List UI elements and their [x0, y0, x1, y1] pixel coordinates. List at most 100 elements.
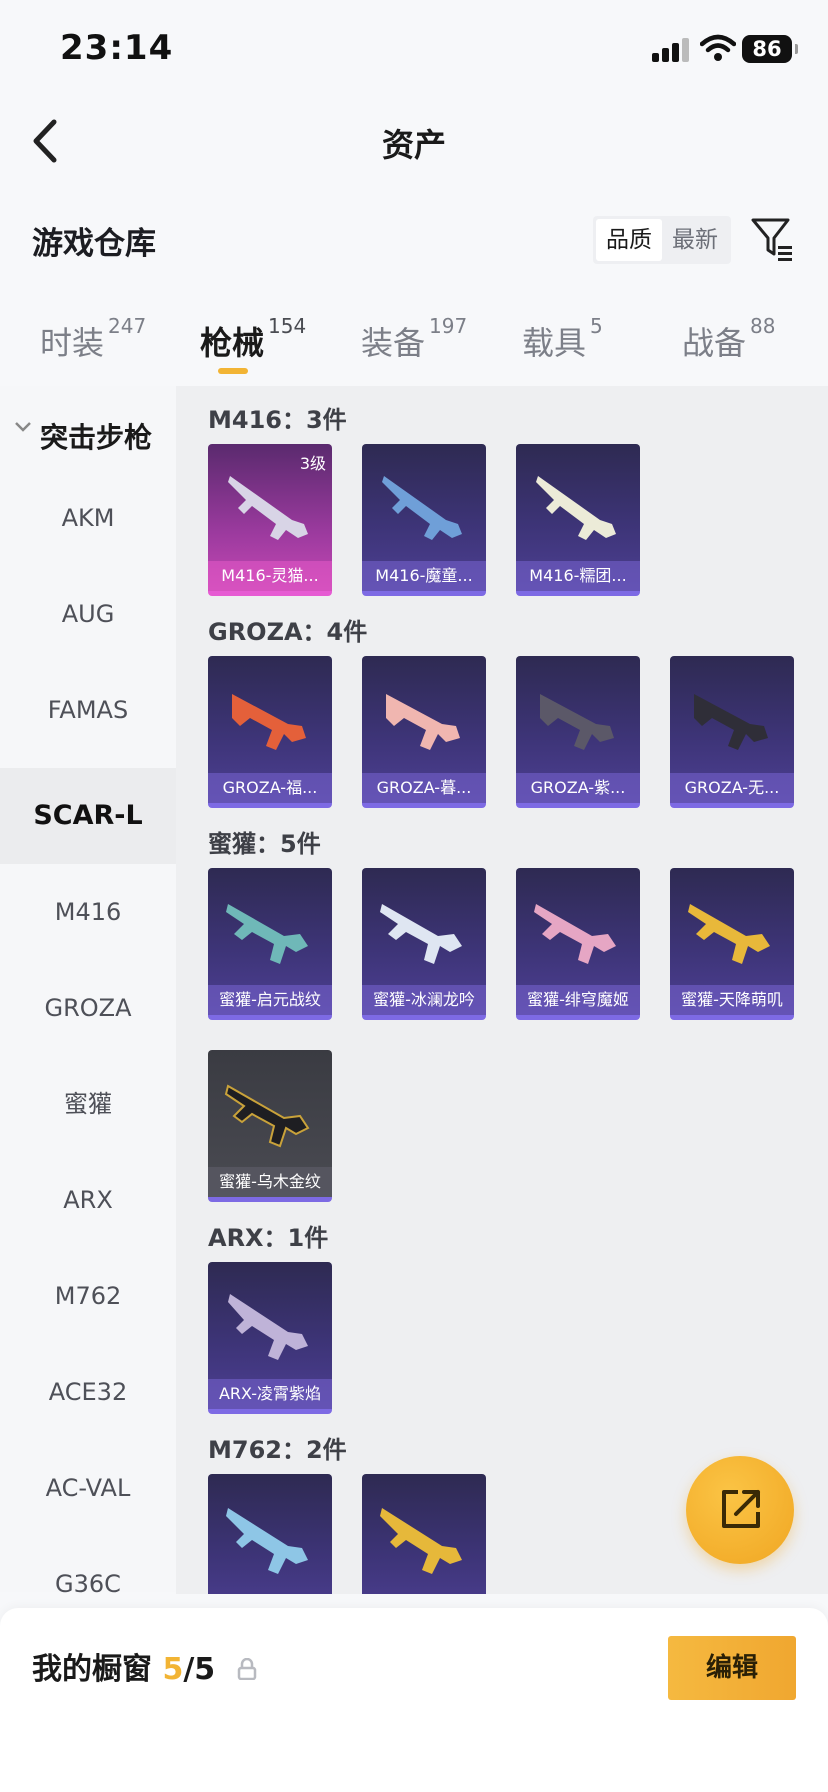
sidebar-item-groza[interactable]: GROZA: [0, 960, 176, 1056]
chevron-down-icon: [15, 422, 31, 432]
lock-icon: [237, 1658, 257, 1680]
sort-segmented-control: 品质 最新: [593, 216, 731, 264]
status-bar: 23:14 86: [0, 0, 828, 100]
filter-icon[interactable]: [750, 216, 794, 262]
rifle-icon: [540, 694, 614, 750]
status-time: 23:14: [60, 28, 174, 68]
rifle-icon: [382, 476, 462, 540]
sort-quality[interactable]: 品质: [596, 219, 662, 261]
showcase-total: /5: [183, 1652, 216, 1687]
rifle-icon: [224, 1084, 310, 1148]
weapon-skin-list: M416：3件 3级 M416-灵猫... M416-魔童... M416-糯团…: [176, 386, 828, 1594]
rifle-icon: [688, 904, 770, 964]
rifle-icon: [380, 1508, 462, 1574]
section-title: M416：3件: [208, 406, 347, 434]
weapon-card-label: GROZA-无...: [670, 773, 794, 803]
battery-icon: 86: [742, 35, 798, 63]
nav-bar: 资产: [0, 100, 828, 180]
sidebar-item-akm[interactable]: AKM: [0, 470, 176, 566]
rifle-icon: [694, 694, 768, 750]
weapon-card[interactable]: 蜜獾-绯穹魔姬: [516, 868, 640, 1020]
sidebar-item-famas[interactable]: FAMAS: [0, 662, 176, 758]
edit-button[interactable]: 编辑: [668, 1636, 796, 1700]
tab-label: 时装: [40, 324, 105, 362]
tab-count: 154: [268, 314, 307, 338]
page-title: 资产: [381, 126, 446, 164]
weapon-card[interactable]: GROZA-暮...: [362, 656, 486, 808]
sidebar-item-m416[interactable]: M416: [0, 864, 176, 960]
weapon-card[interactable]: GROZA-紫...: [516, 656, 640, 808]
weapon-card[interactable]: [362, 1474, 486, 1594]
rifle-icon: [228, 476, 308, 540]
sidebar-item-aug[interactable]: AUG: [0, 566, 176, 662]
showcase-title: 我的橱窗: [32, 1652, 152, 1687]
weapon-sidebar: 突击步枪 AKM AUG FAMAS SCAR-L M416 GROZA 蜜獾 …: [0, 386, 176, 1598]
tab-count: 88: [750, 314, 776, 338]
tab-guns[interactable]: 枪械 154: [200, 314, 306, 364]
weapon-card[interactable]: 3级 M416-灵猫...: [208, 444, 332, 596]
weapon-card[interactable]: M416-糯团...: [516, 444, 640, 596]
warehouse-title: 游戏仓库: [32, 226, 156, 262]
tab-count: 5: [590, 314, 603, 338]
sidebar-group-assault-rifles[interactable]: 突击步枪: [0, 406, 176, 466]
weapon-card[interactable]: GROZA-福...: [208, 656, 332, 808]
weapon-card-label: M416-灵猫...: [208, 561, 332, 591]
sidebar-item-arx[interactable]: ARX: [0, 1152, 176, 1248]
tab-count: 247: [108, 314, 147, 338]
section-title: M762：2件: [208, 1436, 347, 1464]
warehouse-header: 游戏仓库 品质 最新: [0, 210, 828, 270]
tab-equipment[interactable]: 装备 197: [361, 314, 467, 364]
sidebar-item-scar-l[interactable]: SCAR-L: [0, 768, 176, 864]
tab-label: 枪械: [200, 324, 265, 362]
rifle-icon: [534, 904, 616, 964]
weapon-card[interactable]: 蜜獾-启元战纹: [208, 868, 332, 1020]
weapon-card-label: M416-糯团...: [516, 561, 640, 591]
weapon-card-label: 蜜獾-绯穹魔姬: [516, 985, 640, 1015]
tab-label: 战备: [682, 324, 747, 362]
active-tab-indicator: [218, 368, 248, 374]
weapon-card-label: ARX-凌霄紫焰: [208, 1379, 332, 1409]
section-title: GROZA：4件: [208, 618, 368, 646]
weapon-card-label: 蜜獾-冰澜龙吟: [362, 985, 486, 1015]
sidebar-group-label: 突击步枪: [40, 421, 153, 454]
share-icon: [722, 1490, 760, 1528]
share-button[interactable]: [686, 1456, 794, 1564]
rifle-icon: [226, 904, 308, 964]
showcase-count: 5: [162, 1652, 184, 1687]
sort-newest[interactable]: 最新: [662, 219, 728, 261]
weapon-card[interactable]: 蜜獾-乌木金纹: [208, 1050, 332, 1202]
weapon-card[interactable]: M416-魔童...: [362, 444, 486, 596]
rifle-icon: [380, 904, 462, 964]
weapon-card-label: GROZA-紫...: [516, 773, 640, 803]
tab-label: 载具: [522, 324, 587, 362]
sidebar-item-ace32[interactable]: ACE32: [0, 1344, 176, 1440]
tab-vehicles[interactable]: 载具 5: [522, 314, 603, 364]
tab-label: 装备: [361, 324, 426, 362]
weapon-card-label: 蜜獾-乌木金纹: [208, 1167, 332, 1197]
tab-supplies[interactable]: 战备 88: [682, 314, 775, 364]
rifle-icon: [226, 1508, 308, 1574]
wifi-icon: [700, 34, 736, 61]
sidebar-item-ac-val[interactable]: AC-VAL: [0, 1440, 176, 1536]
rifle-icon: [536, 476, 616, 540]
category-tabs: 时装 247 枪械 154 装备 197 载具 5 战备 88: [0, 300, 828, 380]
weapon-card-label: 蜜獾-启元战纹: [208, 985, 332, 1015]
tab-fashion[interactable]: 时装 247: [40, 314, 146, 364]
weapon-card[interactable]: [208, 1474, 332, 1594]
sidebar-item-honey-badger[interactable]: 蜜獾: [0, 1056, 176, 1152]
section-title: ARX：1件: [208, 1224, 329, 1252]
tab-count: 197: [429, 314, 468, 338]
rifle-icon: [228, 1294, 308, 1360]
showcase-bar: 我的橱窗 5/5 编辑: [0, 1608, 828, 1792]
weapon-card-label: 蜜獾-天降萌叽: [670, 985, 794, 1015]
weapon-card[interactable]: GROZA-无...: [670, 656, 794, 808]
weapon-card[interactable]: 蜜獾-天降萌叽: [670, 868, 794, 1020]
signal-icon: [652, 38, 690, 62]
weapon-card[interactable]: ARX-凌霄紫焰: [208, 1262, 332, 1414]
weapon-card-label: GROZA-暮...: [362, 773, 486, 803]
weapon-card-label: GROZA-福...: [208, 773, 332, 803]
rifle-icon: [232, 694, 306, 750]
weapon-card[interactable]: 蜜獾-冰澜龙吟: [362, 868, 486, 1020]
sidebar-item-m762[interactable]: M762: [0, 1248, 176, 1344]
weapon-card-label: M416-魔童...: [362, 561, 486, 591]
